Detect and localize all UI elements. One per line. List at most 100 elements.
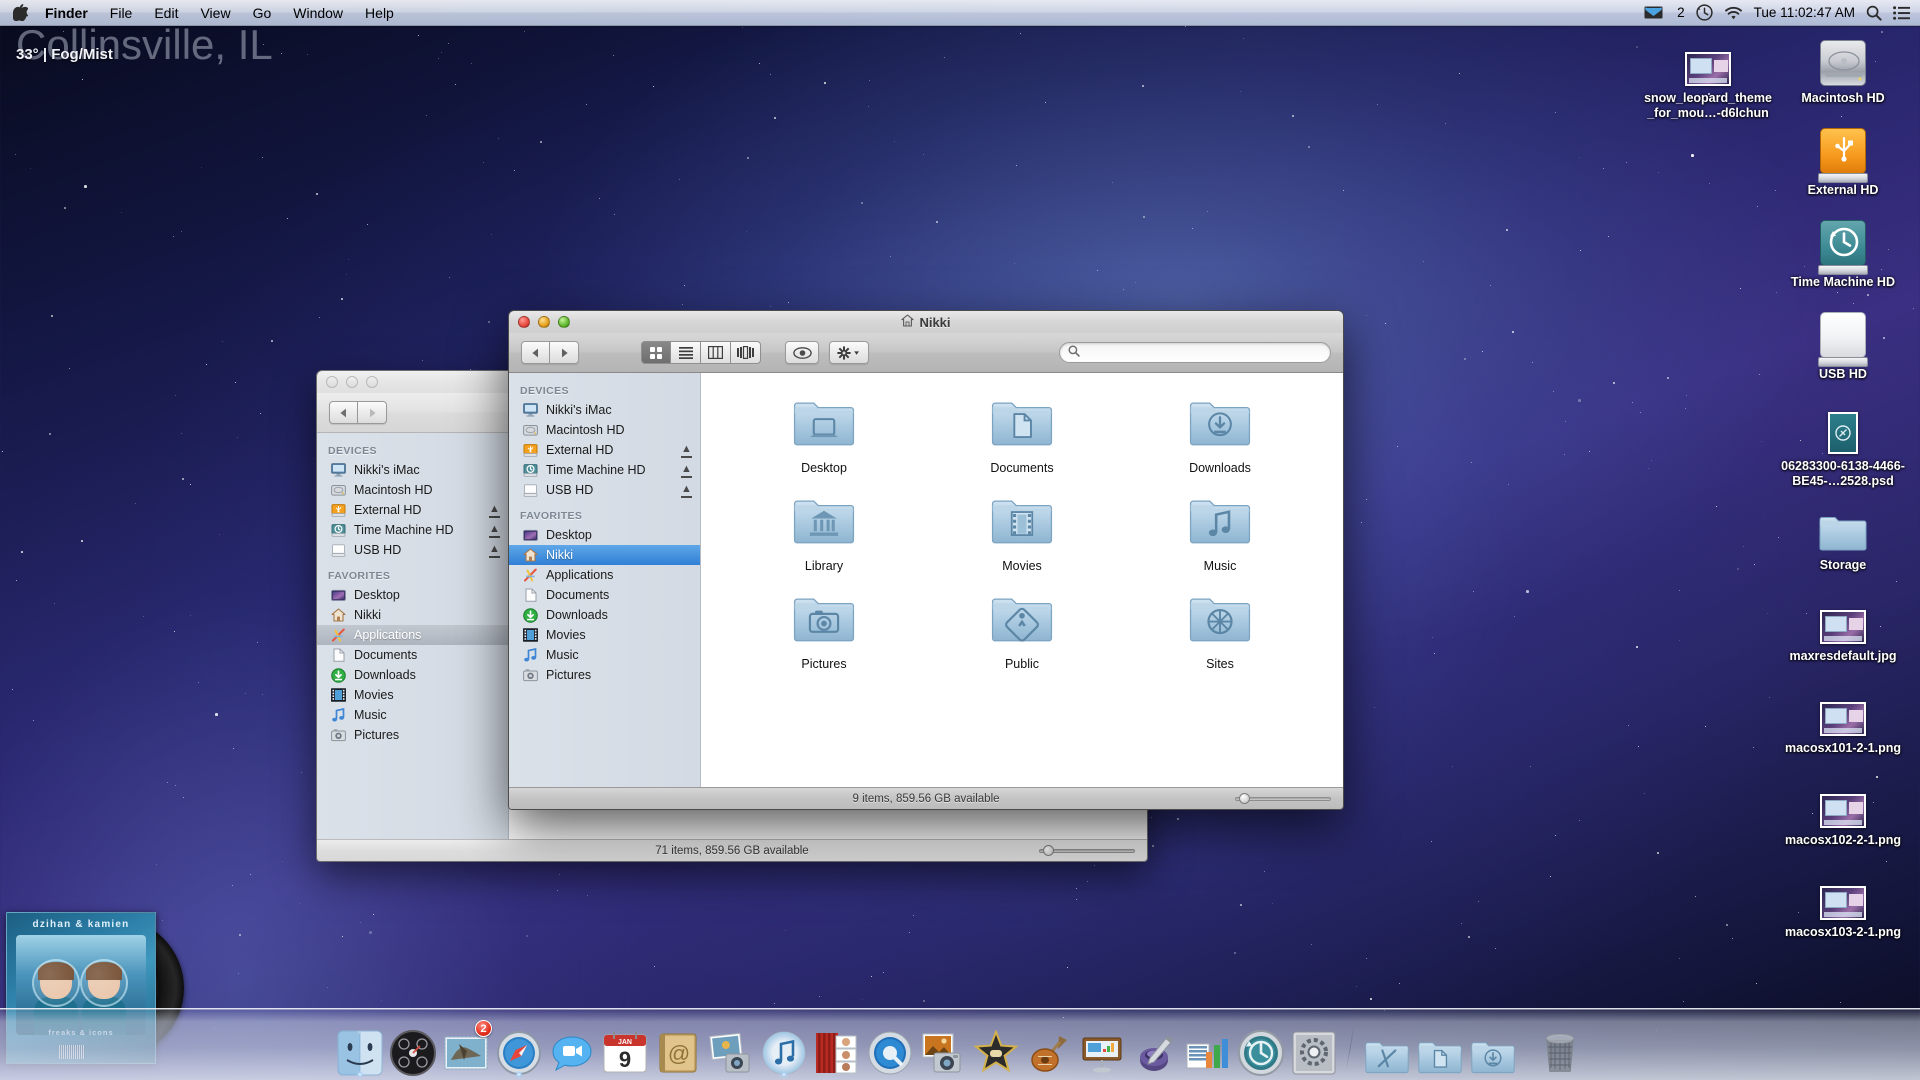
dock-item-address-book[interactable]: @ xyxy=(653,1022,703,1076)
apple-logo-icon[interactable] xyxy=(0,4,30,21)
sidebar-item-usb-hd[interactable]: USB HD▲ xyxy=(317,540,508,560)
nav-buttons-background[interactable] xyxy=(329,401,387,424)
dock-item-photo-booth[interactable] xyxy=(812,1022,862,1076)
back-arrow-icon[interactable] xyxy=(521,341,550,364)
menu-item-file[interactable]: File xyxy=(99,0,144,26)
sidebar-item-music[interactable]: Music xyxy=(317,705,508,725)
dock-item-imovie[interactable] xyxy=(971,1022,1021,1076)
dock[interactable]: 2 JAN9@ xyxy=(0,1008,1920,1080)
folder-item-library[interactable]: Library xyxy=(725,495,923,573)
sidebar-item-music[interactable]: Music xyxy=(509,645,700,665)
sidebar-item-documents[interactable]: Documents xyxy=(317,645,508,665)
sidebar-item-documents[interactable]: Documents xyxy=(509,585,700,605)
sidebar-item-usb-hd[interactable]: USB HD▲ xyxy=(509,480,700,500)
icon-size-slider-background[interactable] xyxy=(1039,845,1135,857)
folder-item-documents[interactable]: Documents xyxy=(923,397,1121,475)
dock-item-system-preferences[interactable] xyxy=(1289,1022,1339,1076)
sidebar-background-window[interactable]: DEVICESNikki's iMacMacintosh HDExternal … xyxy=(317,433,509,839)
eject-icon[interactable]: ▲ xyxy=(681,483,692,498)
sidebar-item-movies[interactable]: Movies xyxy=(317,685,508,705)
coverflow-view-icon[interactable] xyxy=(731,341,761,364)
sidebar-item-downloads[interactable]: Downloads xyxy=(317,665,508,685)
dock-item-itunes[interactable] xyxy=(759,1022,809,1076)
sidebar-item-external-hd[interactable]: External HD▲ xyxy=(317,500,508,520)
sidebar-item-external-hd[interactable]: External HD▲ xyxy=(509,440,700,460)
icon-view-icon[interactable] xyxy=(641,341,671,364)
sidebar-item-time-machine-hd[interactable]: Time Machine HD▲ xyxy=(509,460,700,480)
dock-trash[interactable] xyxy=(1535,1022,1585,1076)
sidebar-item-pictures[interactable]: Pictures xyxy=(317,725,508,745)
folder-item-public[interactable]: Public xyxy=(923,593,1121,671)
dock-item-iphoto[interactable] xyxy=(706,1022,756,1076)
back-arrow-icon[interactable] xyxy=(329,401,358,424)
sidebar-item-time-machine-hd[interactable]: Time Machine HD▲ xyxy=(317,520,508,540)
icon-size-slider-nikki[interactable] xyxy=(1235,793,1331,805)
eject-icon[interactable]: ▲ xyxy=(489,523,500,538)
menu-item-window[interactable]: Window xyxy=(282,0,354,26)
eject-icon[interactable]: ▲ xyxy=(681,463,692,478)
quick-look-eye-icon[interactable] xyxy=(785,341,819,364)
desktop-icon-snow-leopard-theme-for-mou-d6lchun[interactable]: snow_leopard_theme_for_mou…-d6lchun xyxy=(1643,30,1773,121)
sidebar-item-applications[interactable]: Applications xyxy=(509,565,700,585)
sidebar-item-nikki-s-imac[interactable]: Nikki's iMac xyxy=(509,400,700,420)
slider-knob[interactable] xyxy=(1239,793,1250,804)
dock-item-ical[interactable]: JAN9 xyxy=(600,1022,650,1076)
sidebar-item-nikki-s-imac[interactable]: Nikki's iMac xyxy=(317,460,508,480)
folder-item-sites[interactable]: Sites xyxy=(1121,593,1319,671)
search-field[interactable] xyxy=(1059,342,1331,363)
dock-item-finder[interactable] xyxy=(335,1022,385,1076)
menu-item-edit[interactable]: Edit xyxy=(143,0,189,26)
search-icon[interactable] xyxy=(1866,5,1882,21)
minimize-button[interactable] xyxy=(346,376,358,388)
dock-stack-documents[interactable] xyxy=(1415,1022,1465,1076)
eject-icon[interactable]: ▲ xyxy=(681,443,692,458)
sidebar-item-nikki[interactable]: Nikki xyxy=(317,605,508,625)
desktop-icon-external-hd[interactable]: External HD xyxy=(1778,122,1908,198)
search-input[interactable] xyxy=(1085,346,1322,360)
nav-buttons-nikki[interactable] xyxy=(521,341,579,364)
desktop-icon-macosx103-2-1-png[interactable]: macosx103-2-1.png xyxy=(1778,864,1908,940)
dock-item-safari[interactable] xyxy=(494,1022,544,1076)
sidebar-item-desktop[interactable]: Desktop xyxy=(509,525,700,545)
dock-item-pages[interactable] xyxy=(1130,1022,1180,1076)
column-view-icon[interactable] xyxy=(701,341,731,364)
dock-item-time-machine[interactable] xyxy=(1236,1022,1286,1076)
folder-item-downloads[interactable]: Downloads xyxy=(1121,397,1319,475)
view-mode-segmented-control[interactable] xyxy=(641,341,761,364)
dock-item-garageband[interactable] xyxy=(1024,1022,1074,1076)
menu-item-finder[interactable]: Finder xyxy=(34,0,99,26)
desktop-icon-macintosh-hd[interactable]: Macintosh HD xyxy=(1778,30,1908,106)
menu-item-view[interactable]: View xyxy=(189,0,241,26)
menu-item-go[interactable]: Go xyxy=(242,0,283,26)
close-button[interactable] xyxy=(326,376,338,388)
dock-item-keynote[interactable] xyxy=(1077,1022,1127,1076)
gear-action-icon[interactable] xyxy=(829,341,869,364)
dock-item-quicktime-player[interactable] xyxy=(865,1022,915,1076)
wifi-icon[interactable] xyxy=(1724,6,1743,20)
slider-knob[interactable] xyxy=(1043,845,1054,856)
menu-item-help[interactable]: Help xyxy=(354,0,405,26)
mail-envelope-icon[interactable] xyxy=(1644,6,1663,19)
folder-item-music[interactable]: Music xyxy=(1121,495,1319,573)
time-machine-icon[interactable] xyxy=(1696,4,1713,21)
sidebar-item-pictures[interactable]: Pictures xyxy=(509,665,700,685)
desktop-icon-macosx102-2-1-png[interactable]: macosx102-2-1.png xyxy=(1778,772,1908,848)
forward-arrow-icon[interactable] xyxy=(550,341,579,364)
sidebar-item-macintosh-hd[interactable]: Macintosh HD xyxy=(509,420,700,440)
dock-item-image-capture[interactable] xyxy=(918,1022,968,1076)
desktop-icon-maxresdefault-jpg[interactable]: maxresdefault.jpg xyxy=(1778,588,1908,664)
folder-item-desktop[interactable]: Desktop xyxy=(725,397,923,475)
dock-item-dashboard[interactable] xyxy=(388,1022,438,1076)
dock-stack-downloads[interactable] xyxy=(1468,1022,1518,1076)
dock-item-mail[interactable]: 2 xyxy=(441,1022,491,1076)
desktop-icon-06283300-6138-4466-be45-2528-psd[interactable]: 06283300-6138-4466-BE45-…2528.psd xyxy=(1778,398,1908,489)
list-view-icon[interactable] xyxy=(671,341,701,364)
sidebar-nikki[interactable]: DEVICESNikki's iMacMacintosh HDExternal … xyxy=(509,373,701,787)
desktop-icon-storage[interactable]: Storage xyxy=(1778,497,1908,573)
sidebar-item-desktop[interactable]: Desktop xyxy=(317,585,508,605)
desktop-icon-time-machine-hd[interactable]: Time Machine HD xyxy=(1778,214,1908,290)
sidebar-item-movies[interactable]: Movies xyxy=(509,625,700,645)
dock-stack-applications[interactable] xyxy=(1362,1022,1412,1076)
window-controls-background[interactable] xyxy=(317,376,378,388)
sidebar-item-macintosh-hd[interactable]: Macintosh HD xyxy=(317,480,508,500)
